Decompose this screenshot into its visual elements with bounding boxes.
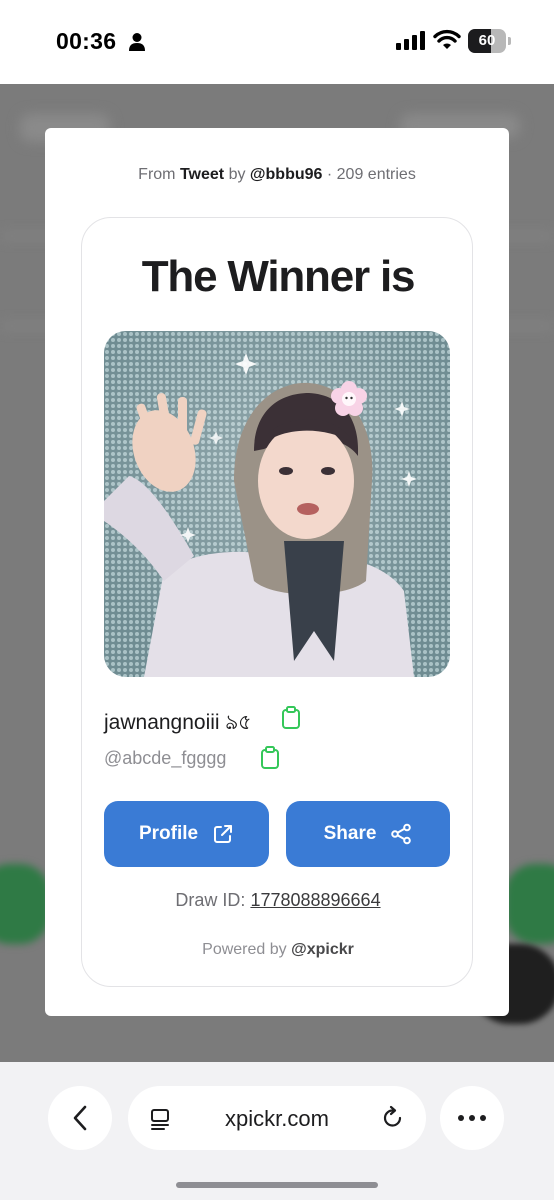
signal-icon: [396, 31, 425, 50]
back-icon: [73, 1105, 87, 1131]
powered-by: Powered by @xpickr: [82, 941, 474, 959]
powered-by-label: Powered by: [202, 941, 287, 958]
source-author[interactable]: @bbbu96: [250, 166, 323, 183]
external-link-icon: [214, 825, 233, 843]
status-bar: 00:36 60: [0, 0, 554, 84]
draw-id-link[interactable]: 1778088896664: [250, 890, 380, 910]
profile-button[interactable]: Profile: [104, 801, 269, 867]
share-icon: [391, 823, 412, 845]
battery-level: 60: [478, 32, 496, 49]
powered-by-link[interactable]: @xpickr: [291, 941, 354, 958]
winner-name: jawnangnoiii ঌ৫: [104, 711, 252, 734]
winner-modal: From Tweet by @bbbu96 · 209 entries The …: [45, 128, 509, 1016]
winner-photo: [104, 331, 450, 677]
more-button[interactable]: [440, 1086, 504, 1150]
source-type[interactable]: Tweet: [180, 166, 224, 183]
winner-handle: @abcde_fgggg: [104, 748, 227, 768]
wifi-icon: [433, 29, 461, 49]
winner-card: The Winner is jawnangnoiii ঌ৫ @abcde_fgg…: [81, 217, 473, 987]
share-button[interactable]: Share: [286, 801, 450, 867]
reload-icon[interactable]: [380, 1105, 406, 1131]
share-button-label: Share: [323, 823, 377, 844]
draw-id: Draw ID: 1778088896664: [82, 890, 474, 911]
copy-handle-icon[interactable]: [260, 746, 280, 770]
source-by: by: [228, 166, 246, 183]
battery-icon: 60: [468, 29, 512, 53]
person-icon: [129, 33, 145, 51]
browser-toolbar: xpickr.com: [0, 1062, 554, 1200]
back-button[interactable]: [48, 1086, 112, 1150]
source-line: From Tweet by @bbbu96 · 209 entries: [45, 166, 509, 184]
status-time: 00:36: [56, 28, 117, 54]
winner-title: The Winner is: [141, 252, 416, 301]
source-prefix: From: [138, 166, 176, 183]
entries-count: · 209 entries: [326, 166, 416, 183]
home-indicator: [176, 1182, 378, 1188]
copy-name-icon[interactable]: [281, 706, 301, 730]
more-icon: [458, 1115, 486, 1121]
address-bar[interactable]: xpickr.com: [128, 1086, 426, 1150]
profile-button-label: Profile: [138, 823, 199, 844]
draw-id-label: Draw ID:: [175, 890, 246, 910]
